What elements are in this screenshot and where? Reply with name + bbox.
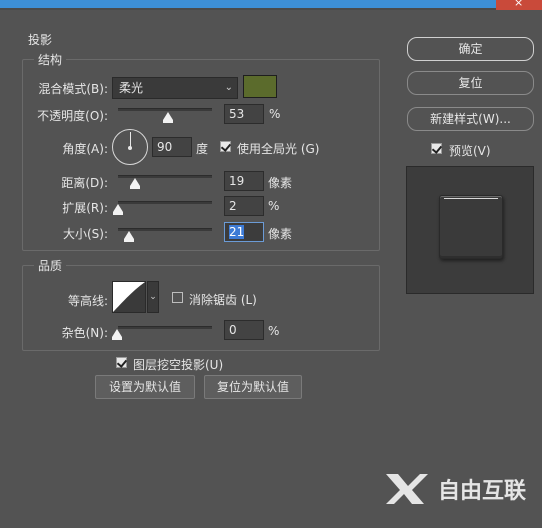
distance-value: 19 [229, 174, 245, 188]
x-logo-icon [385, 474, 428, 504]
preview-thumbnail [439, 195, 503, 259]
noise-slider-thumb[interactable] [112, 329, 122, 340]
contour-label: 等高线: [67, 294, 108, 308]
style-preview [406, 166, 534, 294]
structure-title: 结构 [34, 51, 67, 68]
size-unit: 像素 [268, 227, 293, 241]
quality-title: 品质 [34, 257, 67, 274]
spread-unit: % [268, 199, 280, 213]
angle-input[interactable]: 90 [152, 137, 192, 157]
ok-button[interactable]: 确定 [407, 37, 534, 61]
distance-label: 距离(D): [61, 176, 108, 190]
drop-shadow-title: 投影 [24, 31, 57, 48]
title-bar [0, 0, 496, 8]
opacity-label: 不透明度(O): [37, 109, 108, 123]
blend-mode-value: 柔光 [119, 81, 144, 95]
watermark: 自由互联 [384, 472, 526, 506]
noise-slider[interactable] [118, 326, 212, 329]
noise-unit: % [268, 324, 280, 338]
distance-unit: 像素 [268, 176, 293, 190]
contour-preview[interactable] [112, 281, 146, 313]
spread-label: 扩展(R): [62, 201, 108, 215]
angle-unit: 度 [196, 142, 209, 156]
new-style-button[interactable]: 新建样式(W)... [407, 107, 534, 131]
reset-button[interactable]: 复位 [407, 71, 534, 95]
noise-value: 0 [229, 323, 237, 337]
preview-highlight [444, 198, 498, 199]
size-label: 大小(S): [62, 227, 108, 241]
knockout-label[interactable]: 图层挖空投影(U) [133, 356, 223, 373]
angle-value: 90 [157, 140, 173, 154]
spread-input[interactable]: 2 [224, 196, 264, 216]
preview-checkbox[interactable] [431, 143, 442, 154]
opacity-input[interactable]: 53 [224, 104, 264, 124]
chevron-down-icon: ⌄ [224, 82, 233, 93]
knockout-checkbox[interactable] [116, 357, 127, 368]
blend-mode-label: 混合模式(B): [38, 82, 108, 96]
reset-default-button[interactable]: 复位为默认值 [204, 375, 302, 399]
noise-input[interactable]: 0 [224, 320, 264, 340]
spread-slider[interactable] [118, 201, 212, 204]
global-light-checkbox[interactable] [220, 141, 231, 152]
blend-mode-select[interactable]: 柔光 ⌄ [112, 77, 238, 99]
contour-curve-icon [113, 282, 145, 312]
opacity-value: 53 [229, 107, 245, 121]
opacity-unit: % [269, 107, 281, 121]
opacity-slider-thumb[interactable] [163, 112, 173, 123]
noise-label: 杂色(N): [61, 326, 108, 340]
window-title-strip: × [0, 0, 542, 10]
set-default-button[interactable]: 设置为默认值 [95, 375, 195, 399]
close-button[interactable]: × [496, 0, 542, 10]
contour-dropdown-button[interactable]: ⌄ [147, 281, 159, 313]
watermark-text: 自由互联 [437, 479, 526, 504]
angle-dial-center [128, 146, 132, 150]
size-value: 21 [229, 225, 245, 239]
shadow-color-swatch[interactable] [243, 75, 277, 98]
close-icon: × [514, 0, 524, 9]
size-input[interactable]: 21 [224, 222, 264, 242]
spread-slider-thumb[interactable] [113, 204, 123, 215]
angle-label: 角度(A): [62, 142, 108, 156]
anti-alias-label[interactable]: 消除锯齿 (L) [189, 291, 257, 308]
angle-dial[interactable] [112, 129, 148, 165]
spread-value: 2 [229, 199, 237, 213]
preview-label[interactable]: 预览(V) [449, 142, 491, 159]
anti-alias-checkbox[interactable] [172, 292, 183, 303]
global-light-label[interactable]: 使用全局光 (G) [237, 140, 319, 157]
opacity-slider[interactable] [118, 108, 212, 111]
distance-slider-thumb[interactable] [130, 178, 140, 189]
distance-input[interactable]: 19 [224, 171, 264, 191]
size-slider-thumb[interactable] [124, 231, 134, 242]
